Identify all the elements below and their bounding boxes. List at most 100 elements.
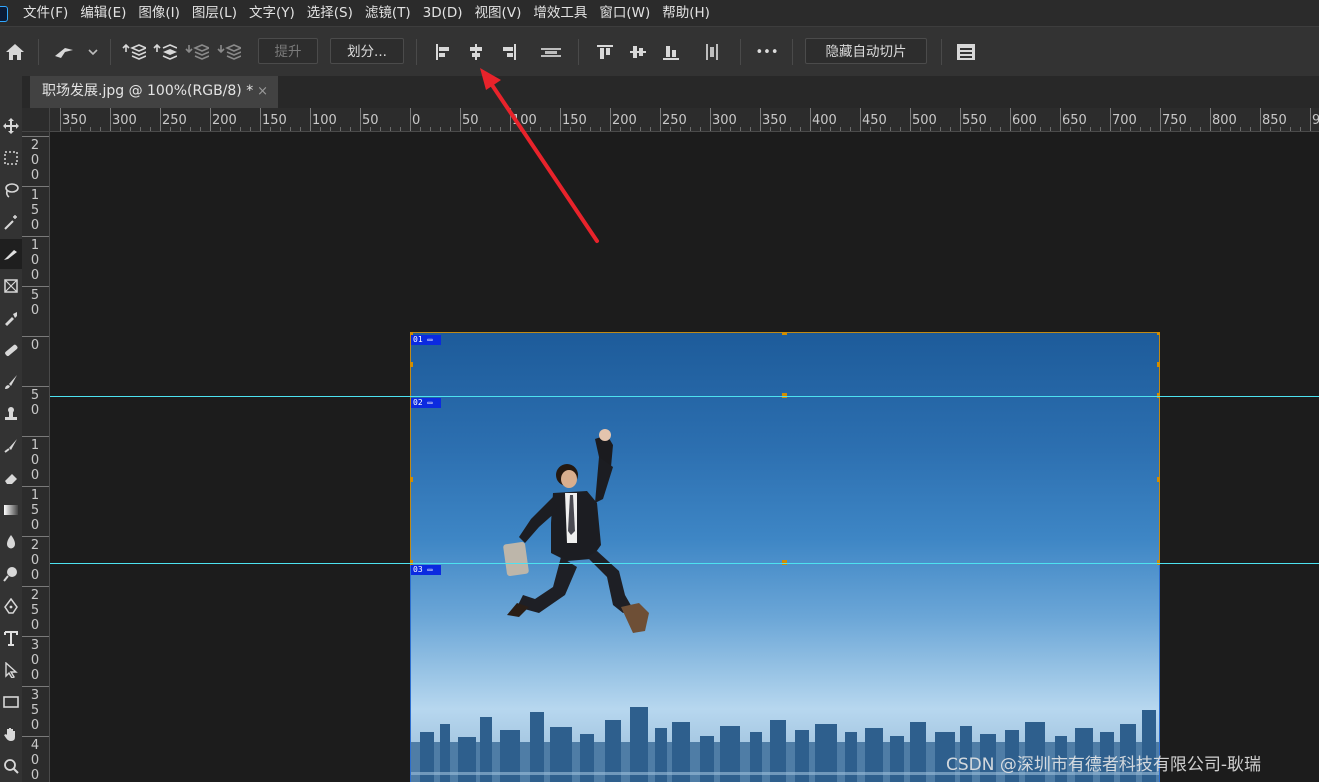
ruler-label: 700	[1112, 113, 1137, 128]
menu-window[interactable]: 窗口(W)	[593, 0, 656, 26]
ruler-tick	[710, 108, 711, 131]
ruler-label: 650	[1062, 113, 1087, 128]
send-to-back-icon[interactable]	[215, 27, 243, 77]
slice-01-border[interactable]	[410, 332, 1160, 398]
menu-type[interactable]: 文字(Y)	[243, 0, 301, 26]
menu-layer[interactable]: 图层(L)	[186, 0, 243, 26]
slice-handle[interactable]	[1157, 332, 1160, 335]
ruler-label: 5 0	[30, 388, 40, 418]
home-icon[interactable]	[2, 27, 28, 77]
ruler-label: 300	[712, 113, 737, 128]
brush-icon[interactable]	[0, 367, 22, 397]
ruler-label: 450	[862, 113, 887, 128]
ruler-label: 3 0 0	[30, 638, 40, 683]
menu-3d[interactable]: 3D(D)	[417, 0, 469, 26]
distribute-vertical-icon[interactable]	[700, 27, 724, 77]
ruler-tick	[22, 686, 49, 687]
clone-stamp-icon[interactable]	[0, 399, 22, 429]
slice-handle[interactable]	[410, 362, 413, 367]
ruler-label: 500	[912, 113, 937, 128]
ruler-label: 3 5 0	[30, 688, 40, 733]
ruler-label: 150	[262, 113, 287, 128]
bring-to-front-icon[interactable]	[120, 27, 148, 77]
slice-02-badge: 02 ▭	[411, 398, 441, 408]
rectangle-icon[interactable]	[0, 687, 22, 717]
healing-brush-icon[interactable]	[0, 335, 22, 365]
horizontal-guide[interactable]	[50, 563, 1319, 564]
ruler-tick	[1110, 108, 1111, 131]
send-backward-icon[interactable]	[183, 27, 211, 77]
slice-handle[interactable]	[410, 477, 413, 482]
ruler-label: 4 0 0	[30, 738, 40, 782]
align-vertical-centers-icon[interactable]	[625, 27, 651, 77]
bring-forward-icon[interactable]	[151, 27, 179, 77]
ruler-tick	[610, 108, 611, 131]
menu-help[interactable]: 帮助(H)	[656, 0, 716, 26]
menu-image[interactable]: 图像(I)	[132, 0, 186, 26]
slice-select-tool-preset-icon[interactable]	[50, 27, 102, 77]
eyedropper-icon[interactable]	[0, 303, 22, 333]
ruler-label: 1 0 0	[30, 238, 40, 283]
frame-icon[interactable]	[0, 271, 22, 301]
horizontal-ruler[interactable]: 350 300 250 200 150 100 50 0 50 100 150 200 250 300 35…	[50, 108, 1319, 132]
menu-plugins[interactable]: 增效工具	[527, 0, 593, 26]
canvas-area[interactable]: 01 ▭ 02 ▭ 03 ▭	[50, 132, 1319, 782]
ruler-label: 350	[762, 113, 787, 128]
ruler-tick	[360, 108, 361, 131]
gradient-icon[interactable]	[0, 495, 22, 525]
ruler-tick	[1060, 108, 1061, 131]
path-selection-icon[interactable]	[0, 655, 22, 685]
slice-01-badge: 01 ▭	[411, 335, 441, 345]
ruler-tick	[22, 236, 49, 237]
blur-icon[interactable]	[0, 527, 22, 557]
ruler-label: 100	[312, 113, 337, 128]
ruler-tick	[110, 108, 111, 131]
raise-button[interactable]: 提升	[258, 38, 318, 64]
ruler-tick	[860, 108, 861, 131]
ruler-label: 2 0 0	[30, 138, 40, 183]
zoom-icon[interactable]	[0, 751, 22, 781]
menu-file[interactable]: 文件(F)	[17, 0, 74, 26]
ruler-label: 2 0 0	[30, 538, 40, 583]
slice-handle[interactable]	[782, 332, 787, 335]
vertical-ruler[interactable]: 2 0 0 1 5 0 1 0 0 5 0 0 5 0 1 0 0 1 5 0 2 0 0 2 5…	[22, 132, 50, 782]
move-icon[interactable]	[0, 111, 22, 141]
document-image[interactable]: 01 ▭ 02 ▭ 03 ▭	[410, 332, 1160, 782]
slice-handle[interactable]	[1157, 477, 1160, 482]
ruler-tick	[1210, 108, 1211, 131]
ruler-label: 0	[412, 113, 421, 128]
document-tab-bar: 职场发展.jpg @ 100%(RGB/8) * ×	[22, 76, 1319, 108]
align-left-edges-icon[interactable]	[430, 27, 456, 77]
hide-auto-slices-button[interactable]: 隐藏自动切片	[805, 38, 927, 64]
hand-icon[interactable]	[0, 719, 22, 749]
marquee-icon[interactable]	[0, 143, 22, 173]
eraser-icon[interactable]	[0, 463, 22, 493]
align-bottom-edges-icon[interactable]	[658, 27, 684, 77]
ruler-label: 200	[612, 113, 637, 128]
ruler-tick	[460, 108, 461, 131]
slice-handle[interactable]	[1157, 362, 1160, 367]
ruler-tick	[22, 486, 49, 487]
pen-icon[interactable]	[0, 591, 22, 621]
menu-edit[interactable]: 编辑(E)	[74, 0, 132, 26]
magic-wand-icon[interactable]	[0, 207, 22, 237]
more-options-icon[interactable]: •••	[752, 27, 782, 77]
close-tab-icon[interactable]: ×	[257, 76, 268, 107]
slice-options-icon[interactable]	[953, 27, 979, 77]
ruler-tick	[410, 108, 411, 131]
lasso-icon[interactable]	[0, 175, 22, 205]
document-tab[interactable]: 职场发展.jpg @ 100%(RGB/8) * ×	[30, 76, 278, 108]
slice-02-border[interactable]	[410, 396, 1160, 564]
ruler-tick	[910, 108, 911, 131]
ruler-origin[interactable]	[22, 108, 50, 132]
type-icon[interactable]	[0, 623, 22, 653]
horizontal-guide[interactable]	[50, 396, 1319, 397]
menu-filter[interactable]: 滤镜(T)	[359, 0, 417, 26]
divide-button[interactable]: 划分...	[330, 38, 404, 64]
history-brush-icon[interactable]	[0, 431, 22, 461]
menu-view[interactable]: 视图(V)	[469, 0, 528, 26]
menu-select[interactable]: 选择(S)	[301, 0, 359, 26]
slice-tool-icon[interactable]	[0, 239, 22, 269]
dodge-icon[interactable]	[0, 559, 22, 589]
slice-handle[interactable]	[410, 332, 413, 335]
